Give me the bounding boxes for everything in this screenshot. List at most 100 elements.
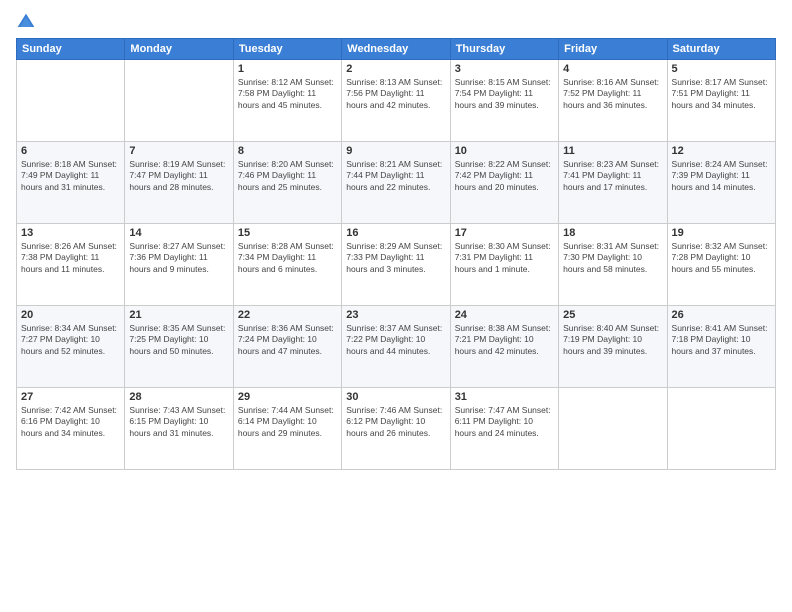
calendar-cell: 9 Sunrise: 8:21 AM Sunset: 7:44 PM Daylig… bbox=[342, 142, 450, 224]
day-info: Sunrise: 8:38 AM Sunset: 7:21 PM Dayligh… bbox=[455, 323, 554, 357]
day-number: 26 bbox=[672, 309, 771, 321]
calendar-cell: 30Sunrise: 7:46 AM Sunset: 6:12 PM Dayli… bbox=[342, 388, 450, 470]
weekday-sunday: Sunday bbox=[17, 39, 125, 60]
calendar-cell: 22Sunrise: 8:36 AM Sunset: 7:24 PM Dayli… bbox=[233, 306, 341, 388]
day-info: Sunrise: 7:46 AM Sunset: 6:12 PM Dayligh… bbox=[346, 405, 445, 439]
calendar-cell: 10 Sunrise: 8:22 AM Sunset: 7:42 PM Dayli… bbox=[450, 142, 558, 224]
day-number: 15 bbox=[238, 227, 337, 239]
day-number: 10 bbox=[455, 145, 554, 157]
day-number: 21 bbox=[129, 309, 228, 321]
page: SundayMondayTuesdayWednesdayThursdayFrid… bbox=[0, 0, 792, 612]
day-number: 6 bbox=[21, 145, 120, 157]
calendar-cell: 19Sunrise: 8:32 AM Sunset: 7:28 PM Dayli… bbox=[667, 224, 775, 306]
day-number: 12 bbox=[672, 145, 771, 157]
day-info: Sunrise: 8:13 AM Sunset: 7:56 PM Dayligh… bbox=[346, 77, 445, 111]
day-number: 9 bbox=[346, 145, 445, 157]
calendar-cell: 12Sunrise: 8:24 AM Sunset: 7:39 PM Dayli… bbox=[667, 142, 775, 224]
weekday-tuesday: Tuesday bbox=[233, 39, 341, 60]
calendar-cell bbox=[17, 60, 125, 142]
day-info: Sunrise: 8:18 AM Sunset: 7:49 PM Dayligh… bbox=[21, 159, 120, 193]
day-number: 29 bbox=[238, 391, 337, 403]
calendar-cell: 20 Sunrise: 8:34 AM Sunset: 7:27 PM Dayli… bbox=[17, 306, 125, 388]
weekday-thursday: Thursday bbox=[450, 39, 558, 60]
day-number: 24 bbox=[455, 309, 554, 321]
calendar-cell: 11Sunrise: 8:23 AM Sunset: 7:41 PM Dayli… bbox=[559, 142, 667, 224]
day-info: Sunrise: 8:26 AM Sunset: 7:38 PM Dayligh… bbox=[21, 241, 120, 275]
calendar-cell: 25 Sunrise: 8:40 AM Sunset: 7:19 PM Dayli… bbox=[559, 306, 667, 388]
calendar-week-3: 20 Sunrise: 8:34 AM Sunset: 7:27 PM Dayli… bbox=[17, 306, 776, 388]
day-info: Sunrise: 8:21 AM Sunset: 7:44 PM Dayligh… bbox=[346, 159, 445, 193]
calendar-cell: 23 Sunrise: 8:37 AM Sunset: 7:22 PM Dayli… bbox=[342, 306, 450, 388]
logo-icon bbox=[16, 12, 36, 32]
day-number: 13 bbox=[21, 227, 120, 239]
header bbox=[16, 12, 776, 32]
calendar-cell: 21 Sunrise: 8:35 AM Sunset: 7:25 PM Dayli… bbox=[125, 306, 233, 388]
calendar-week-0: 1 Sunrise: 8:12 AM Sunset: 7:58 PM Daylig… bbox=[17, 60, 776, 142]
day-info: Sunrise: 8:22 AM Sunset: 7:42 PM Dayligh… bbox=[455, 159, 554, 193]
day-number: 28 bbox=[129, 391, 228, 403]
calendar-cell: 18 Sunrise: 8:31 AM Sunset: 7:30 PM Dayli… bbox=[559, 224, 667, 306]
day-info: Sunrise: 8:35 AM Sunset: 7:25 PM Dayligh… bbox=[129, 323, 228, 357]
calendar-cell: 24 Sunrise: 8:38 AM Sunset: 7:21 PM Dayli… bbox=[450, 306, 558, 388]
day-number: 25 bbox=[563, 309, 662, 321]
day-number: 23 bbox=[346, 309, 445, 321]
day-info: Sunrise: 7:43 AM Sunset: 6:15 PM Dayligh… bbox=[129, 405, 228, 439]
calendar-cell: 2 Sunrise: 8:13 AM Sunset: 7:56 PM Daylig… bbox=[342, 60, 450, 142]
day-info: Sunrise: 8:20 AM Sunset: 7:46 PM Dayligh… bbox=[238, 159, 337, 193]
day-number: 4 bbox=[563, 63, 662, 75]
weekday-header-row: SundayMondayTuesdayWednesdayThursdayFrid… bbox=[17, 39, 776, 60]
day-info: Sunrise: 8:34 AM Sunset: 7:27 PM Dayligh… bbox=[21, 323, 120, 357]
day-number: 31 bbox=[455, 391, 554, 403]
calendar-cell: 31 Sunrise: 7:47 AM Sunset: 6:11 PM Dayli… bbox=[450, 388, 558, 470]
calendar-cell: 26 Sunrise: 8:41 AM Sunset: 7:18 PM Dayli… bbox=[667, 306, 775, 388]
calendar-cell: 13 Sunrise: 8:26 AM Sunset: 7:38 PM Dayli… bbox=[17, 224, 125, 306]
day-info: Sunrise: 8:37 AM Sunset: 7:22 PM Dayligh… bbox=[346, 323, 445, 357]
day-info: Sunrise: 8:30 AM Sunset: 7:31 PM Dayligh… bbox=[455, 241, 554, 275]
day-info: Sunrise: 8:29 AM Sunset: 7:33 PM Dayligh… bbox=[346, 241, 445, 275]
day-info: Sunrise: 8:41 AM Sunset: 7:18 PM Dayligh… bbox=[672, 323, 771, 357]
calendar-cell: 6 Sunrise: 8:18 AM Sunset: 7:49 PM Daylig… bbox=[17, 142, 125, 224]
day-number: 5 bbox=[672, 63, 771, 75]
day-number: 22 bbox=[238, 309, 337, 321]
weekday-monday: Monday bbox=[125, 39, 233, 60]
calendar-header: SundayMondayTuesdayWednesdayThursdayFrid… bbox=[17, 39, 776, 60]
day-info: Sunrise: 8:31 AM Sunset: 7:30 PM Dayligh… bbox=[563, 241, 662, 275]
day-info: Sunrise: 7:44 AM Sunset: 6:14 PM Dayligh… bbox=[238, 405, 337, 439]
day-info: Sunrise: 8:16 AM Sunset: 7:52 PM Dayligh… bbox=[563, 77, 662, 111]
day-number: 2 bbox=[346, 63, 445, 75]
calendar-cell: 5Sunrise: 8:17 AM Sunset: 7:51 PM Daylig… bbox=[667, 60, 775, 142]
day-number: 18 bbox=[563, 227, 662, 239]
day-number: 8 bbox=[238, 145, 337, 157]
calendar-cell: 15 Sunrise: 8:28 AM Sunset: 7:34 PM Dayli… bbox=[233, 224, 341, 306]
day-number: 14 bbox=[129, 227, 228, 239]
day-number: 3 bbox=[455, 63, 554, 75]
day-info: Sunrise: 7:47 AM Sunset: 6:11 PM Dayligh… bbox=[455, 405, 554, 439]
calendar-cell: 4 Sunrise: 8:16 AM Sunset: 7:52 PM Daylig… bbox=[559, 60, 667, 142]
calendar-cell: 8 Sunrise: 8:20 AM Sunset: 7:46 PM Daylig… bbox=[233, 142, 341, 224]
day-info: Sunrise: 8:19 AM Sunset: 7:47 PM Dayligh… bbox=[129, 159, 228, 193]
calendar-cell: 29 Sunrise: 7:44 AM Sunset: 6:14 PM Dayli… bbox=[233, 388, 341, 470]
calendar-cell bbox=[559, 388, 667, 470]
day-info: Sunrise: 8:15 AM Sunset: 7:54 PM Dayligh… bbox=[455, 77, 554, 111]
calendar-cell: 14Sunrise: 8:27 AM Sunset: 7:36 PM Dayli… bbox=[125, 224, 233, 306]
calendar-cell bbox=[125, 60, 233, 142]
logo bbox=[16, 12, 40, 32]
day-info: Sunrise: 8:32 AM Sunset: 7:28 PM Dayligh… bbox=[672, 241, 771, 275]
day-info: Sunrise: 8:28 AM Sunset: 7:34 PM Dayligh… bbox=[238, 241, 337, 275]
day-number: 7 bbox=[129, 145, 228, 157]
day-info: Sunrise: 8:40 AM Sunset: 7:19 PM Dayligh… bbox=[563, 323, 662, 357]
calendar-week-1: 6 Sunrise: 8:18 AM Sunset: 7:49 PM Daylig… bbox=[17, 142, 776, 224]
day-info: Sunrise: 8:12 AM Sunset: 7:58 PM Dayligh… bbox=[238, 77, 337, 111]
day-number: 11 bbox=[563, 145, 662, 157]
weekday-wednesday: Wednesday bbox=[342, 39, 450, 60]
calendar-cell: 1 Sunrise: 8:12 AM Sunset: 7:58 PM Daylig… bbox=[233, 60, 341, 142]
day-number: 1 bbox=[238, 63, 337, 75]
calendar-week-2: 13 Sunrise: 8:26 AM Sunset: 7:38 PM Dayli… bbox=[17, 224, 776, 306]
calendar-cell: 7 Sunrise: 8:19 AM Sunset: 7:47 PM Daylig… bbox=[125, 142, 233, 224]
day-number: 16 bbox=[346, 227, 445, 239]
day-number: 20 bbox=[21, 309, 120, 321]
calendar-cell: 3 Sunrise: 8:15 AM Sunset: 7:54 PM Daylig… bbox=[450, 60, 558, 142]
calendar-table: SundayMondayTuesdayWednesdayThursdayFrid… bbox=[16, 38, 776, 470]
day-number: 17 bbox=[455, 227, 554, 239]
calendar-week-4: 27Sunrise: 7:42 AM Sunset: 6:16 PM Dayli… bbox=[17, 388, 776, 470]
